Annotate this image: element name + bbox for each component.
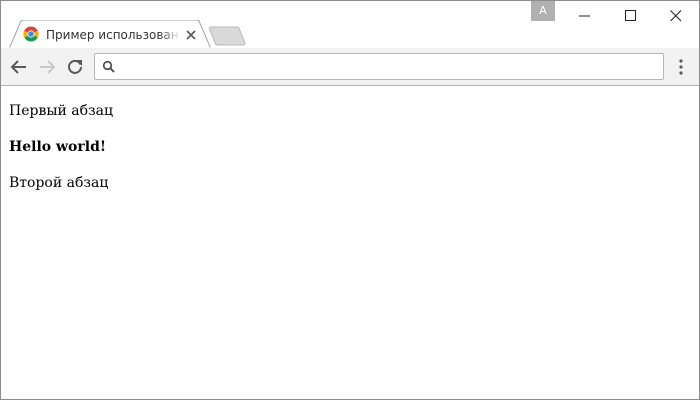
browser-window: Пример использования A Первый абзац Hell… (0, 0, 700, 400)
address-bar[interactable] (94, 53, 664, 80)
chrome-favicon-icon (23, 26, 39, 42)
window-close-button[interactable] (653, 1, 699, 30)
browser-menu-button[interactable] (674, 57, 688, 77)
minimize-icon (579, 15, 590, 17)
tab-strip: Пример использования A (1, 1, 699, 49)
close-icon[interactable] (184, 28, 198, 42)
arrow-left-icon (10, 60, 26, 74)
arrow-right-icon (40, 60, 56, 74)
page-content: Первый абзац Hello world! Второй абзац (1, 86, 699, 399)
reload-icon (68, 59, 82, 74)
close-icon (670, 10, 682, 22)
browser-toolbar (1, 48, 699, 86)
url-input[interactable] (123, 57, 653, 76)
new-tab-button[interactable] (208, 26, 248, 46)
paragraph-second: Второй абзац (9, 175, 109, 191)
kebab-menu-icon (679, 59, 683, 75)
bold-heading: Hello world! (9, 139, 107, 155)
active-tab[interactable]: Пример использования (9, 20, 211, 49)
search-icon (102, 60, 116, 74)
new-tab-icon (208, 26, 246, 46)
reload-button[interactable] (65, 57, 85, 77)
minimize-button[interactable] (562, 1, 608, 30)
paragraph-first: Первый абзац (9, 103, 114, 119)
forward-button[interactable] (37, 57, 57, 77)
tab-title-fade (159, 27, 181, 43)
back-button[interactable] (9, 57, 29, 77)
maximize-button[interactable] (608, 1, 654, 30)
maximize-icon (625, 10, 636, 21)
profile-badge[interactable]: A (531, 1, 555, 21)
